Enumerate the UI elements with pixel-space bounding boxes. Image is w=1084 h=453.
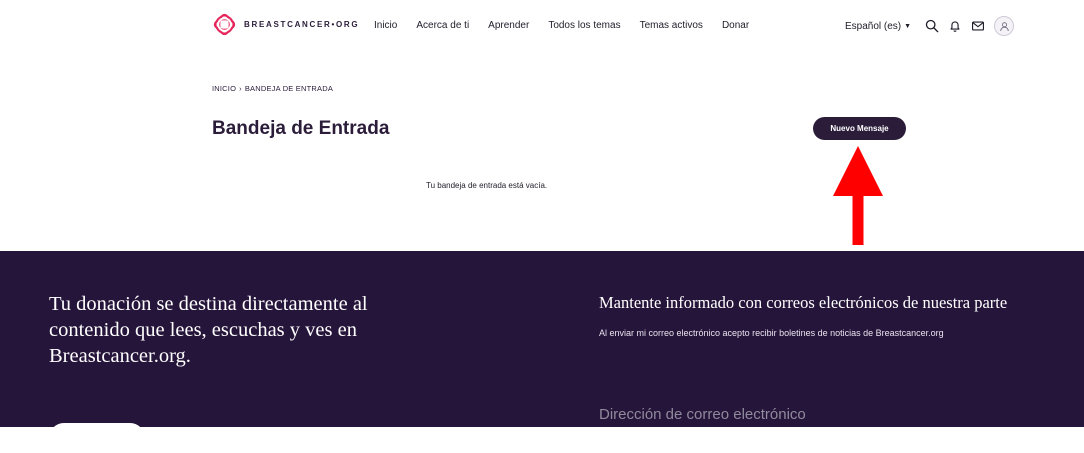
newsletter-title: Mantente informado con correos electróni… <box>599 293 1008 312</box>
nav-item-todos-los-temas[interactable]: Todos los temas <box>548 20 620 31</box>
user-avatar[interactable] <box>994 16 1015 36</box>
newsletter-email-input[interactable] <box>599 402 1019 426</box>
newsletter-consent-text: Al enviar mi correo electrónico acepto r… <box>599 328 944 338</box>
user-icon <box>999 21 1009 31</box>
annotation-arrow-icon <box>833 146 883 245</box>
new-message-button[interactable]: Nuevo Mensaje <box>813 117 906 140</box>
page-title: Bandeja de Entrada <box>212 118 390 139</box>
logo-text: BREASTCANCER•ORG <box>244 20 360 29</box>
main-nav: Inicio Acerca de ti Aprender Todos los t… <box>374 20 768 31</box>
bell-icon[interactable] <box>948 19 962 33</box>
donate-button[interactable] <box>49 423 145 453</box>
logo-icon <box>213 13 236 36</box>
header-actions: Español (es) ▼ <box>845 16 1015 36</box>
mail-icon[interactable] <box>971 19 985 33</box>
search-icon[interactable] <box>925 19 939 33</box>
nav-item-temas-activos[interactable]: Temas activos <box>640 20 703 31</box>
nav-item-donar[interactable]: Donar <box>722 20 749 31</box>
caret-down-icon: ▼ <box>904 22 912 30</box>
nav-item-aprender[interactable]: Aprender <box>488 20 529 31</box>
breadcrumb: INICIO › BANDEJA DE ENTRADA <box>212 84 333 93</box>
nav-item-inicio[interactable]: Inicio <box>374 20 397 31</box>
breadcrumb-home[interactable]: INICIO <box>212 84 236 93</box>
donation-message: Tu donación se destina directamente al c… <box>49 293 368 367</box>
breadcrumb-separator: › <box>239 84 242 93</box>
language-label: Español (es) <box>845 20 902 32</box>
nav-item-acerca-de-ti[interactable]: Acerca de ti <box>416 20 469 31</box>
site-header: BREASTCANCER•ORG Inicio Acerca de ti Apr… <box>0 0 1084 52</box>
empty-inbox-message: Tu bandeja de entrada está vacía. <box>426 181 548 190</box>
site-logo[interactable]: BREASTCANCER•ORG <box>213 13 359 36</box>
breadcrumb-current: BANDEJA DE ENTRADA <box>244 84 334 93</box>
language-selector[interactable]: Español (es) ▼ <box>845 21 911 32</box>
